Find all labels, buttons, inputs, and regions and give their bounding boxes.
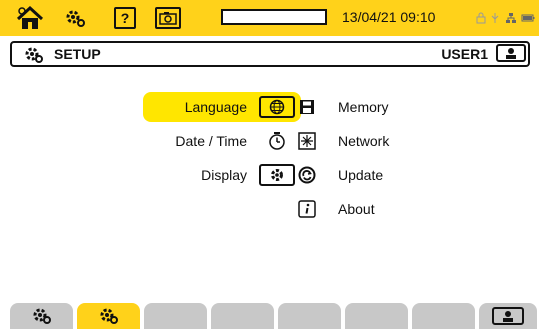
tab-empty-5[interactable]: [278, 303, 341, 329]
menu-item-label: Date / Time: [175, 133, 247, 149]
tab-empty-6[interactable]: [345, 303, 408, 329]
setup-header: SETUP USER1: [10, 41, 530, 67]
user-name: USER1: [441, 46, 488, 62]
gear-icon: [66, 10, 85, 27]
status-icons: [476, 10, 535, 24]
tab-user[interactable]: [479, 303, 537, 329]
help-icon: ?: [120, 10, 130, 26]
tab-empty-4[interactable]: [211, 303, 274, 329]
gear-icon: [33, 308, 51, 324]
home-icon: [16, 5, 44, 29]
menu-item-language[interactable]: Language: [143, 92, 301, 122]
screenshot-button[interactable]: [155, 7, 181, 29]
usb-icon: [491, 12, 499, 23]
menu-item-label: Memory: [338, 99, 389, 115]
battery-icon: [521, 14, 535, 22]
page-title: SETUP: [54, 46, 101, 62]
tab-empty-3[interactable]: [144, 303, 207, 329]
top-status-bar: ? 13/04/21 09:10: [0, 0, 539, 36]
setup-button[interactable]: [62, 6, 88, 30]
user-icon: [506, 48, 516, 59]
progress-box: [221, 9, 327, 25]
update-icon: [296, 164, 318, 186]
gear-icon: [100, 308, 118, 324]
network-star-icon: [296, 130, 318, 152]
network-icon: [505, 12, 516, 23]
menu-item-label: Network: [338, 133, 390, 149]
menu-item-label: About: [338, 201, 375, 217]
menu-item-label: Update: [338, 167, 384, 183]
tab-empty-7[interactable]: [412, 303, 475, 329]
menu-item-update[interactable]: Update: [296, 160, 456, 190]
floppy-icon: [296, 96, 318, 118]
user-profile-button[interactable]: [496, 44, 526, 62]
camera-icon: [159, 12, 177, 25]
datetime-display: 13/04/21 09:10: [342, 9, 436, 25]
menu-item-label: Display: [201, 167, 247, 183]
menu-item-display[interactable]: Display: [143, 160, 301, 190]
info-icon: [296, 198, 318, 220]
menu-item-network[interactable]: Network: [296, 126, 456, 156]
lock-icon: [476, 12, 486, 24]
menu-item-about[interactable]: About: [296, 194, 456, 224]
globe-icon: [259, 96, 295, 118]
tab-setup-1[interactable]: [10, 303, 73, 329]
setup-gear-icon: [24, 46, 44, 69]
menu-item-date-time[interactable]: Date / Time: [143, 126, 301, 156]
menu-item-label: Language: [184, 99, 247, 115]
menu-item-memory[interactable]: Memory: [296, 92, 456, 122]
user-icon: [492, 307, 524, 325]
stopwatch-icon: [259, 130, 295, 152]
home-button[interactable]: [12, 4, 48, 32]
display-gear-icon: [259, 164, 295, 186]
tab-setup-2[interactable]: [77, 303, 140, 329]
help-button[interactable]: ?: [114, 7, 136, 29]
